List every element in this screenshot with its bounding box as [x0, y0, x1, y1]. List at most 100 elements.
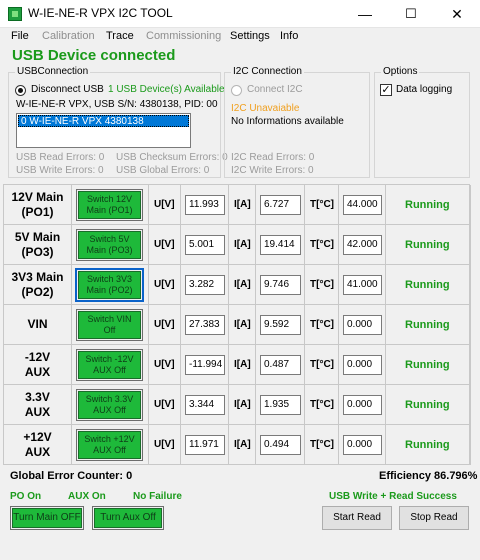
current-label: I[A]	[234, 319, 251, 330]
current-label: I[A]	[234, 439, 251, 450]
temperature-value-field[interactable]: 41.000	[343, 275, 382, 295]
menu-settings[interactable]: Settings	[230, 30, 270, 42]
data-logging-checkbox[interactable]: ✓	[380, 84, 392, 96]
current-value-field[interactable]: 1.935	[260, 395, 301, 415]
switch-rail-button[interactable]: Switch 3.3V AUX Off	[76, 389, 143, 421]
current-label: I[A]	[234, 199, 251, 210]
current-value-field[interactable]: 0.487	[260, 355, 301, 375]
temperature-label: T[°C]	[310, 439, 334, 450]
window-title: W-IE-NE-R VPX I2C TOOL	[28, 6, 173, 20]
row-label: 12V Main (PO1)	[4, 185, 72, 225]
rail-state-text: Running	[405, 199, 450, 211]
temperature-value-field[interactable]: 0.000	[343, 315, 382, 335]
global-error-counter: Global Error Counter: 0	[10, 470, 133, 482]
switch-rail-button[interactable]: Switch 3V3 Main (PO2)	[75, 268, 144, 302]
voltage-value-field[interactable]: 11.971	[185, 435, 225, 455]
connect-i2c-radio[interactable]	[231, 85, 242, 96]
temperature-value-field[interactable]: 0.000	[343, 435, 382, 455]
usb-checksum-errors: USB Checksum Errors: 0	[116, 152, 228, 163]
voltage-value-field[interactable]: 11.993	[185, 195, 225, 215]
voltage-value-field[interactable]: -11.994	[185, 355, 225, 375]
current-label: I[A]	[234, 279, 251, 290]
efficiency-text: Efficiency 86.796%	[379, 470, 478, 482]
temperature-value-field[interactable]: 0.000	[343, 355, 382, 375]
current-value-field[interactable]: 9.592	[260, 315, 301, 335]
menu-file[interactable]: File	[11, 30, 29, 42]
voltage-label: U[V]	[154, 399, 175, 410]
menu-info[interactable]: Info	[280, 30, 298, 42]
switch-rail-button[interactable]: Switch VIN Off	[76, 309, 143, 341]
row-label: +12V AUX	[4, 425, 72, 465]
data-logging-label[interactable]: Data logging	[396, 84, 452, 95]
switch-rail-button[interactable]: Switch -12V AUX Off	[76, 349, 143, 381]
connect-i2c-label[interactable]: Connect I2C	[247, 84, 303, 95]
voltage-label: U[V]	[154, 279, 175, 290]
row-label: 3V3 Main (PO2)	[4, 265, 72, 305]
row-label: 3.3V AUX	[4, 385, 72, 425]
usb-read-errors: USB Read Errors: 0	[16, 152, 105, 163]
start-read-button[interactable]: Start Read	[322, 506, 392, 530]
rail-state-text: Running	[405, 319, 450, 331]
turn-main-off-button[interactable]: Turn Main OFF	[10, 506, 84, 530]
aux-on-status: AUX On	[68, 491, 106, 502]
current-label: I[A]	[234, 399, 251, 410]
po-on-status: PO On	[10, 491, 42, 502]
usb-status-text: USB Device connected	[12, 47, 176, 64]
disconnect-usb-label[interactable]: Disconnect USB	[31, 84, 104, 95]
switch-rail-button[interactable]: Switch +12V AUX Off	[76, 429, 143, 461]
stop-read-button[interactable]: Stop Read	[399, 506, 469, 530]
close-button[interactable]: ✕	[434, 0, 480, 28]
current-value-field[interactable]: 6.727	[260, 195, 301, 215]
rail-state-text: Running	[405, 439, 450, 451]
temperature-value-field[interactable]: 0.000	[343, 395, 382, 415]
title-bar[interactable]: W-IE-NE-R VPX I2C TOOL — ☐ ✕	[0, 0, 480, 28]
rail-state-text: Running	[405, 239, 450, 251]
usb-device-list-item[interactable]: 0 W-IE-NE-R VPX 4380138	[18, 115, 189, 127]
current-label: I[A]	[234, 359, 251, 370]
minimize-button[interactable]: —	[342, 0, 388, 28]
current-value-field[interactable]: 19.414	[260, 235, 301, 255]
maximize-button[interactable]: ☐	[388, 0, 434, 28]
temperature-label: T[°C]	[310, 239, 334, 250]
i2c-group-title: I2C Connection	[231, 66, 304, 77]
power-rail-table: 12V Main (PO1) Switch 12V Main (PO1) U[V] I…	[3, 184, 471, 465]
usb-available-text: 1 USB Device(s) Available	[108, 84, 225, 95]
usb-group-title: USBConnection	[15, 66, 91, 77]
voltage-value-field[interactable]: 5.001	[185, 235, 225, 255]
menu-calibration[interactable]: Calibration	[42, 30, 95, 42]
usb-write-errors: USB Write Errors: 0	[16, 165, 104, 176]
i2c-read-errors: I2C Read Errors: 0	[231, 152, 315, 163]
turn-aux-off-button[interactable]: Turn Aux Off	[92, 506, 164, 530]
current-label: I[A]	[234, 239, 251, 250]
row-label: VIN	[4, 305, 72, 345]
voltage-label: U[V]	[154, 319, 175, 330]
usb-device-listbox[interactable]: 0 W-IE-NE-R VPX 4380138	[16, 113, 191, 148]
disconnect-usb-radio[interactable]	[15, 85, 26, 96]
temperature-label: T[°C]	[310, 399, 334, 410]
voltage-value-field[interactable]: 27.383	[185, 315, 225, 335]
switch-rail-button[interactable]: Switch 5V Main (PO3)	[76, 229, 143, 261]
voltage-label: U[V]	[154, 359, 175, 370]
current-value-field[interactable]: 9.746	[260, 275, 301, 295]
voltage-label: U[V]	[154, 239, 175, 250]
menu-commissioning[interactable]: Commissioning	[146, 30, 221, 42]
voltage-label: U[V]	[154, 199, 175, 210]
row-label: 5V Main (PO3)	[4, 225, 72, 265]
temperature-label: T[°C]	[310, 199, 334, 210]
voltage-value-field[interactable]: 3.344	[185, 395, 225, 415]
voltage-value-field[interactable]: 3.282	[185, 275, 225, 295]
row-label: -12V AUX	[4, 345, 72, 385]
temperature-label: T[°C]	[310, 279, 334, 290]
usb-global-errors: USB Global Errors: 0	[116, 165, 210, 176]
temperature-value-field[interactable]: 42.000	[343, 235, 382, 255]
menu-trace[interactable]: Trace	[106, 30, 134, 42]
options-group-title: Options	[381, 66, 420, 77]
current-value-field[interactable]: 0.494	[260, 435, 301, 455]
temperature-value-field[interactable]: 44.000	[343, 195, 382, 215]
temperature-label: T[°C]	[310, 319, 334, 330]
voltage-label: U[V]	[154, 439, 175, 450]
i2c-no-info-text: No Informations available	[231, 116, 344, 127]
switch-rail-button[interactable]: Switch 12V Main (PO1)	[76, 189, 143, 221]
menu-bar: File Calibration Trace Commissioning Set…	[0, 28, 480, 46]
i2c-write-errors: I2C Write Errors: 0	[231, 165, 314, 176]
